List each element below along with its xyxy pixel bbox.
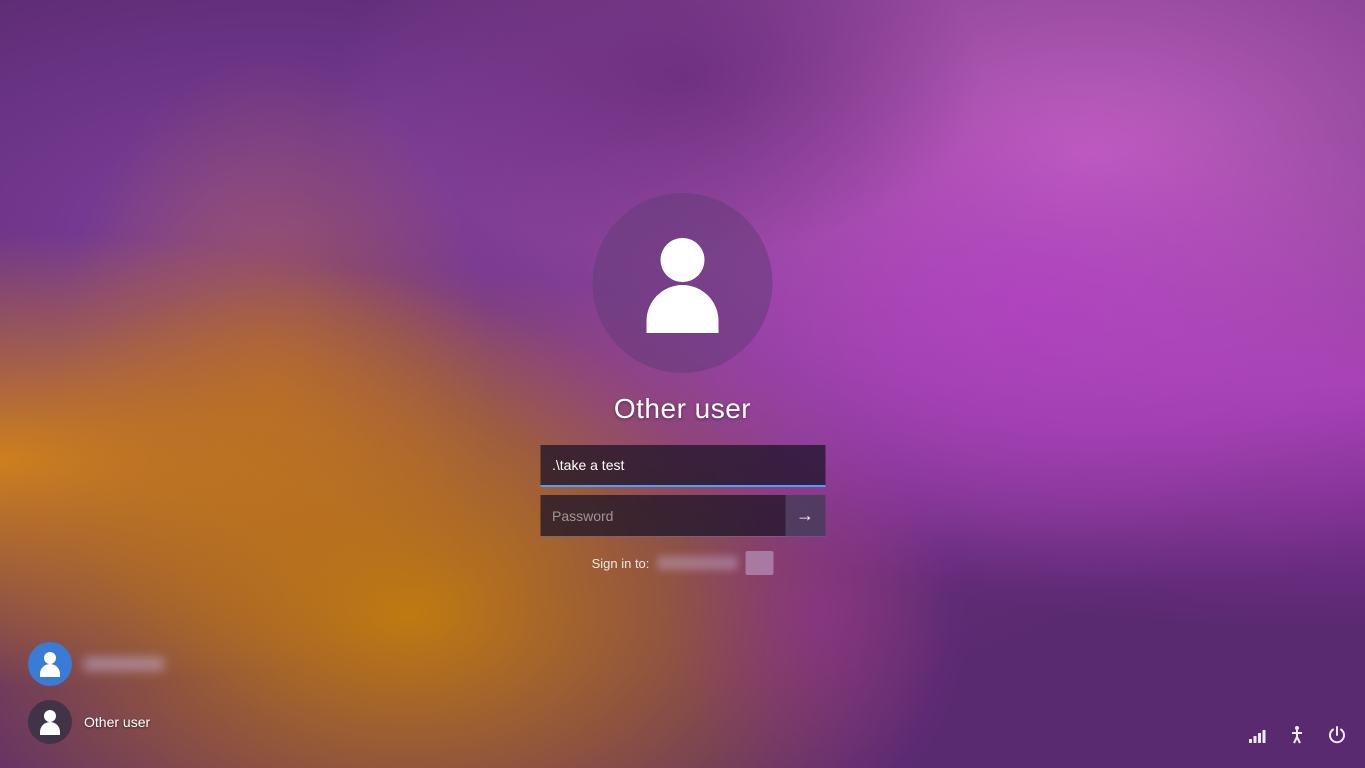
avatar-head <box>661 238 705 282</box>
network-icon[interactable] <box>1247 725 1267 750</box>
user-avatar-bg <box>593 193 773 373</box>
arrow-icon: → <box>796 505 814 526</box>
other-user-avatar <box>28 700 72 744</box>
sign-in-to-label: Sign in to: <box>592 556 650 571</box>
current-avatar-head <box>44 652 56 664</box>
sign-in-to-row: Sign in to: <box>592 551 774 575</box>
user-avatar-icon <box>633 233 733 333</box>
username-input[interactable] <box>540 445 825 487</box>
other-user-icon <box>37 709 63 735</box>
other-avatar-head <box>44 710 56 722</box>
other-avatar-body <box>40 722 60 735</box>
current-user-avatar <box>28 642 72 686</box>
current-user-icon <box>37 651 63 677</box>
user-list: Other user <box>20 638 172 748</box>
accessibility-icon[interactable] <box>1287 725 1307 750</box>
other-user-name-label: Other user <box>84 714 150 730</box>
avatar-body <box>647 285 719 333</box>
system-icons-bar <box>1247 725 1347 750</box>
password-input[interactable] <box>540 495 785 536</box>
domain-square <box>745 551 773 575</box>
user-item-other[interactable]: Other user <box>20 696 172 748</box>
sign-in-button[interactable]: → <box>785 495 825 537</box>
user-item-current[interactable] <box>20 638 172 690</box>
login-panel: Other user → Sign in to: <box>540 193 825 575</box>
current-user-name-blurred <box>84 657 164 671</box>
password-container: → <box>540 495 825 537</box>
current-avatar-body <box>40 664 60 677</box>
domain-blurred <box>657 556 737 570</box>
power-icon[interactable] <box>1327 725 1347 750</box>
username-label: Other user <box>614 393 751 425</box>
